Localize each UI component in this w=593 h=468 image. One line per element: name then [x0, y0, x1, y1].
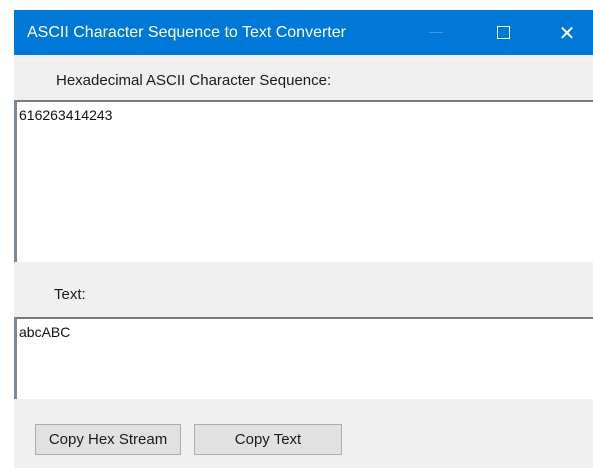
- maximize-icon: [496, 26, 510, 39]
- maximize-button[interactable]: [477, 10, 529, 55]
- converter-window: ASCII Character Sequence to Text Convert…: [14, 10, 593, 468]
- copy-hex-stream-button[interactable]: Copy Hex Stream: [35, 424, 181, 455]
- hex-sequence-label: Hexadecimal ASCII Character Sequence:: [56, 72, 332, 89]
- close-icon: ✕: [558, 20, 576, 45]
- close-button[interactable]: ✕: [541, 10, 593, 55]
- text-label: Text:: [54, 286, 86, 303]
- copy-text-button[interactable]: Copy Text: [194, 424, 342, 455]
- minimize-icon: [429, 32, 443, 33]
- hex-sequence-input[interactable]: 616263414243: [14, 100, 593, 262]
- title-bar[interactable]: ASCII Character Sequence to Text Convert…: [14, 10, 593, 55]
- window-title: ASCII Character Sequence to Text Convert…: [27, 24, 346, 41]
- minimize-button[interactable]: [410, 10, 462, 55]
- text-output[interactable]: abcABC: [14, 317, 593, 399]
